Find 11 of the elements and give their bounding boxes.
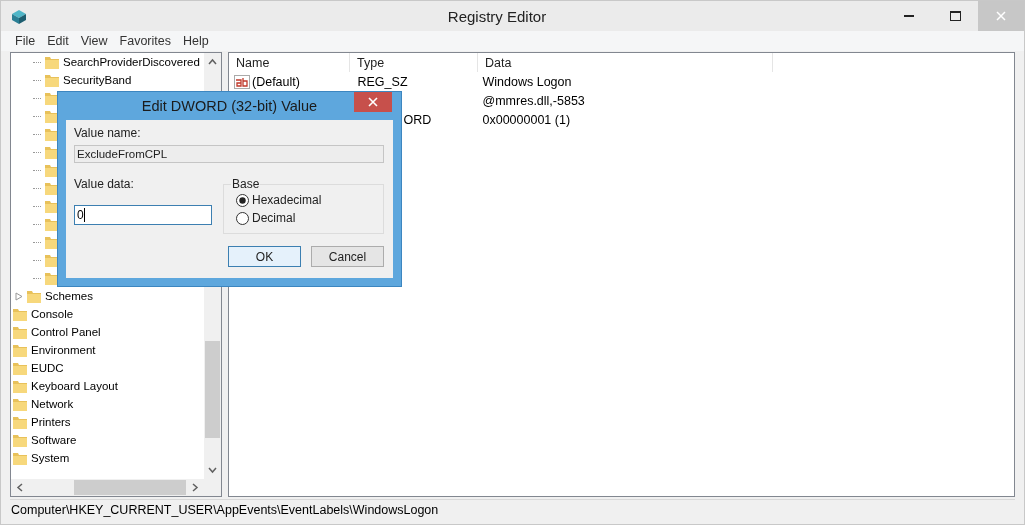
- dialog-title: Edit DWORD (32-bit) Value: [141, 98, 318, 114]
- window-title: Registry Editor: [446, 7, 548, 25]
- value-type: ORD: [403, 112, 432, 127]
- value-data: 0x00000001 (1): [482, 112, 571, 127]
- field-label: Value name:: [74, 126, 142, 142]
- value-type: REG_SZ: [357, 74, 408, 89]
- status-bar-path: Computer\HKEY_CURRENT_USER\AppEvents\EventLabels\WindowsLogon: [10, 499, 1015, 520]
- value-data: Windows Logon: [482, 74, 572, 89]
- group-label: Base: [231, 177, 261, 191]
- field-label: Value data:: [74, 177, 135, 193]
- value-data: @mmres.dll,-5853: [482, 93, 585, 108]
